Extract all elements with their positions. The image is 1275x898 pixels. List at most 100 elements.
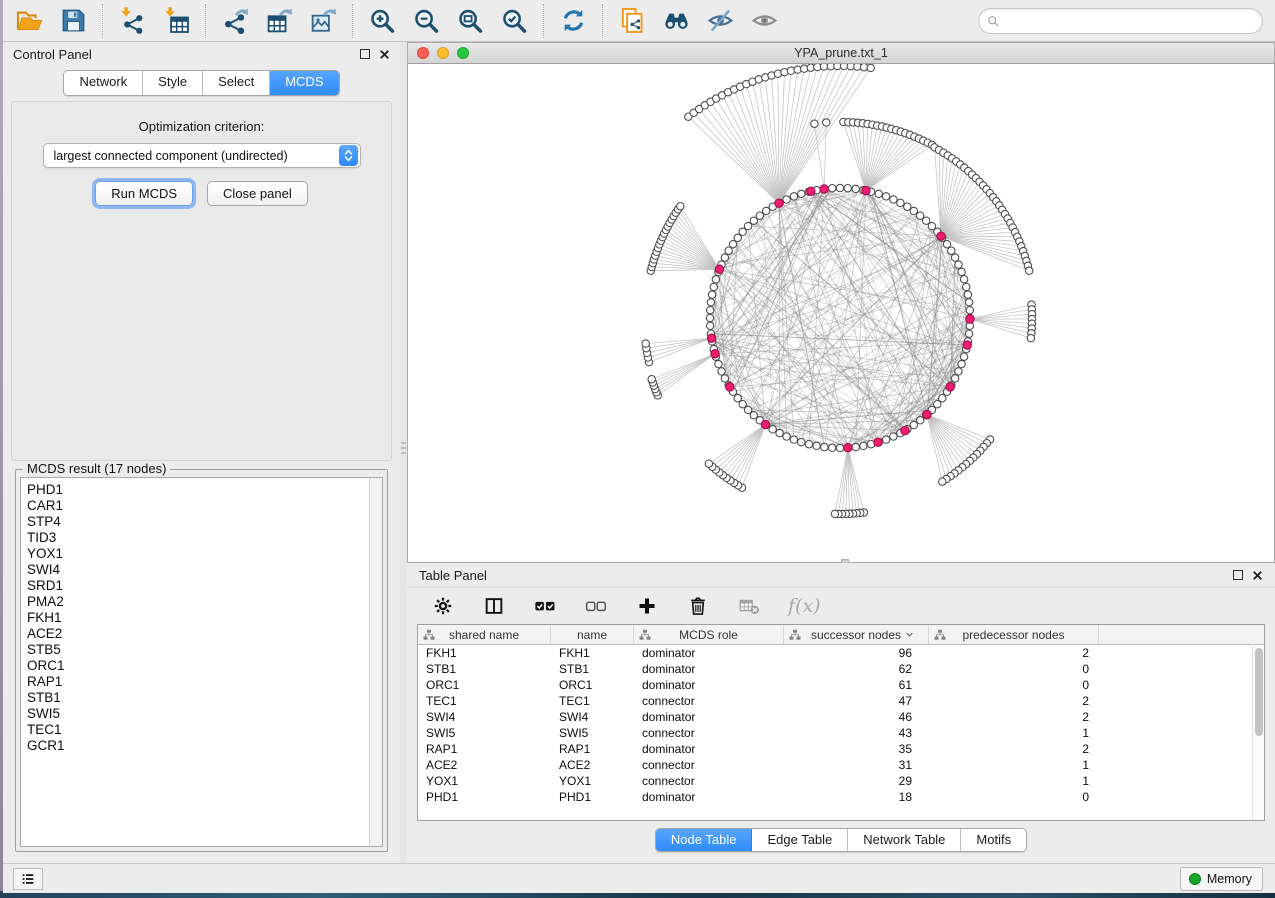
mcds-result-item[interactable]: SWI4 <box>27 562 382 578</box>
import-table-button[interactable] <box>160 5 192 37</box>
table-cell[interactable] <box>1099 677 1264 693</box>
show-details-button[interactable] <box>748 5 780 37</box>
search-input[interactable] <box>1001 11 1262 31</box>
table-cell[interactable]: dominator <box>634 741 784 757</box>
export-network-button[interactable] <box>219 5 251 37</box>
task-history-button[interactable] <box>13 868 43 890</box>
table-cell[interactable]: connector <box>634 757 784 773</box>
mcds-result-item[interactable]: CAR1 <box>27 498 382 514</box>
table-cell[interactable]: ACE2 <box>418 757 551 773</box>
zoom-out-button[interactable] <box>410 5 442 37</box>
clone-network-button[interactable] <box>616 5 648 37</box>
mcds-result-item[interactable]: ACE2 <box>27 626 382 642</box>
columns-button[interactable] <box>482 594 506 618</box>
export-table-button[interactable] <box>263 5 295 37</box>
table-cell[interactable]: ACE2 <box>551 757 634 773</box>
table-cell[interactable]: 0 <box>929 789 1099 805</box>
tab-network-table[interactable]: Network Table <box>848 829 961 851</box>
zoom-fit-button[interactable] <box>454 5 486 37</box>
float-window-icon[interactable] <box>360 49 370 59</box>
table-cell[interactable]: 0 <box>929 661 1099 677</box>
mcds-result-list[interactable]: PHD1CAR1STP4TID3YOX1SWI4SRD1PMA2FKH1ACE2… <box>20 477 383 847</box>
table-cell[interactable]: 43 <box>784 725 929 741</box>
delete-row-button[interactable] <box>686 594 710 618</box>
table-cell[interactable] <box>1099 645 1264 661</box>
network-canvas[interactable] <box>407 64 1275 563</box>
network-window-titlebar[interactable]: YPA_prune.txt_1 <box>407 42 1275 64</box>
table-cell[interactable]: dominator <box>634 661 784 677</box>
mcds-result-item[interactable]: RAP1 <box>27 674 382 690</box>
table-cell[interactable]: dominator <box>634 677 784 693</box>
tab-select[interactable]: Select <box>203 71 270 95</box>
close-panel-icon[interactable] <box>379 49 390 60</box>
refresh-layout-button[interactable] <box>557 5 589 37</box>
save-session-button[interactable] <box>57 5 89 37</box>
delete-table-button[interactable] <box>737 594 761 618</box>
mcds-result-item[interactable]: ORC1 <box>27 658 382 674</box>
window-minimize-icon[interactable] <box>437 47 449 59</box>
mcds-result-item[interactable]: PHD1 <box>27 482 382 498</box>
table-cell[interactable]: 1 <box>929 773 1099 789</box>
table-cell[interactable]: STB1 <box>551 661 634 677</box>
table-cell[interactable] <box>1099 725 1264 741</box>
table-cell[interactable]: 61 <box>784 677 929 693</box>
import-network-button[interactable] <box>116 5 148 37</box>
mcds-result-item[interactable]: STB5 <box>27 642 382 658</box>
table-cell[interactable]: FKH1 <box>418 645 551 661</box>
zoom-in-button[interactable] <box>366 5 398 37</box>
table-cell[interactable]: PHD1 <box>551 789 634 805</box>
table-cell[interactable]: TEC1 <box>551 693 634 709</box>
mcds-result-item[interactable]: TID3 <box>27 530 382 546</box>
settings-button[interactable] <box>431 594 455 618</box>
criterion-dropdown[interactable]: largest connected component (undirected) <box>43 143 361 168</box>
tab-motifs[interactable]: Motifs <box>961 829 1026 851</box>
column-header-name[interactable]: name <box>551 625 634 645</box>
column-header-predecessor-nodes[interactable]: predecessor nodes <box>929 625 1099 645</box>
table-cell[interactable] <box>1099 709 1264 725</box>
table-cell[interactable]: SWI5 <box>551 725 634 741</box>
table-cell[interactable]: 2 <box>929 693 1099 709</box>
table-cell[interactable]: 0 <box>929 677 1099 693</box>
splitter-grip[interactable] <box>401 442 406 464</box>
table-cell[interactable]: dominator <box>634 645 784 661</box>
open-session-button[interactable] <box>13 5 45 37</box>
table-cell[interactable]: connector <box>634 725 784 741</box>
table-cell[interactable]: RAP1 <box>551 741 634 757</box>
table-cell[interactable]: TEC1 <box>418 693 551 709</box>
vertical-splitter[interactable] <box>400 42 407 863</box>
network-graph[interactable] <box>408 64 1274 562</box>
select-all-button[interactable] <box>533 594 557 618</box>
table-cell[interactable] <box>1099 757 1264 773</box>
tab-network[interactable]: Network <box>64 71 143 95</box>
table-float-window-icon[interactable] <box>1233 570 1243 580</box>
table-cell[interactable]: SWI4 <box>551 709 634 725</box>
table-cell[interactable]: YOX1 <box>551 773 634 789</box>
table-cell[interactable] <box>1099 693 1264 709</box>
tab-edge-table[interactable]: Edge Table <box>752 829 848 851</box>
table-scrollbar-thumb[interactable] <box>1255 648 1263 736</box>
table-close-panel-icon[interactable] <box>1252 570 1263 581</box>
table-cell[interactable]: 1 <box>929 725 1099 741</box>
tab-mcds[interactable]: MCDS <box>270 71 338 95</box>
table-cell[interactable]: dominator <box>634 789 784 805</box>
zoom-selected-button[interactable] <box>498 5 530 37</box>
mcds-result-item[interactable]: PMA2 <box>27 594 382 610</box>
table-cell[interactable]: connector <box>634 773 784 789</box>
table-cell[interactable]: YOX1 <box>418 773 551 789</box>
export-image-button[interactable] <box>307 5 339 37</box>
mcds-result-item[interactable]: STP4 <box>27 514 382 530</box>
table-cell[interactable]: ORC1 <box>418 677 551 693</box>
table-cell[interactable]: PHD1 <box>418 789 551 805</box>
table-cell[interactable] <box>1099 789 1264 805</box>
table-cell[interactable] <box>1099 741 1264 757</box>
add-row-button[interactable] <box>635 594 659 618</box>
mcds-result-item[interactable]: YOX1 <box>27 546 382 562</box>
search-network-button[interactable] <box>660 5 692 37</box>
tab-node-table[interactable]: Node Table <box>656 829 753 851</box>
column-header-successor-nodes[interactable]: successor nodes <box>784 625 929 645</box>
window-maximize-icon[interactable] <box>457 47 469 59</box>
table-cell[interactable]: dominator <box>634 709 784 725</box>
table-cell[interactable]: connector <box>634 693 784 709</box>
window-close-icon[interactable] <box>417 47 429 59</box>
table-cell[interactable]: 96 <box>784 645 929 661</box>
